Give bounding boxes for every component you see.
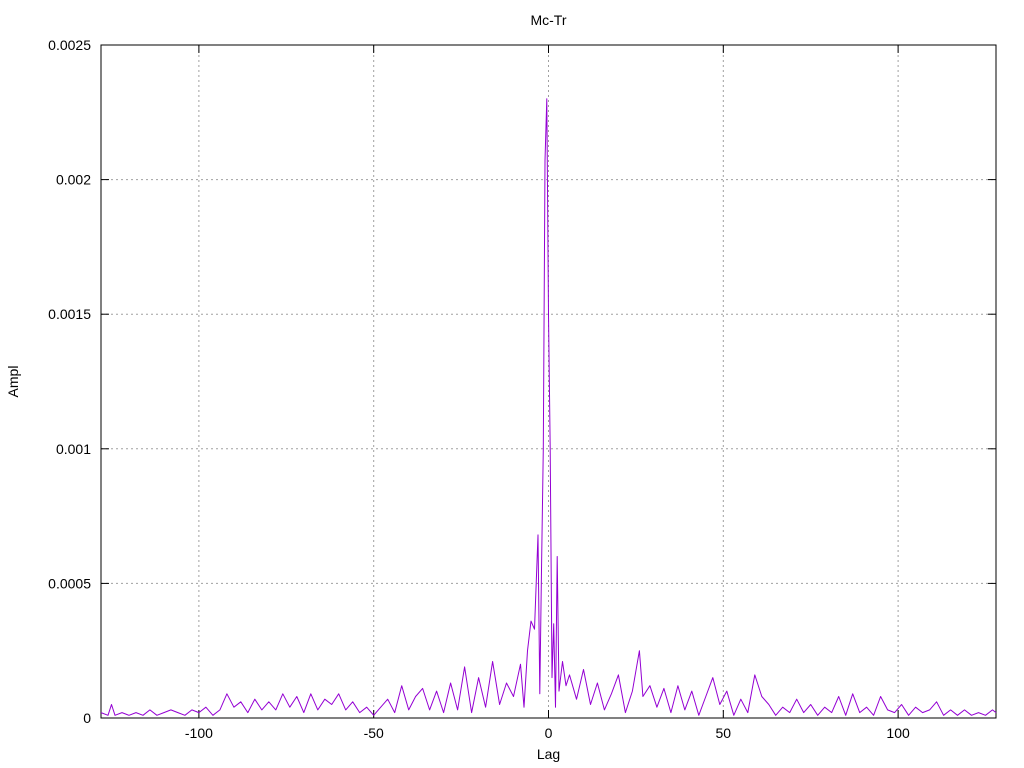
- x-tick-label: 100: [886, 725, 910, 741]
- chart-background: [0, 0, 1024, 768]
- y-axis-title: Ampl: [5, 366, 21, 398]
- y-tick-label: 0.0005: [48, 575, 91, 591]
- x-tick-label: 0: [545, 725, 553, 741]
- x-tick-label: -50: [364, 725, 384, 741]
- chart-title: Mc-Tr: [530, 12, 566, 28]
- x-tick-label: -100: [185, 725, 213, 741]
- x-axis-title: Lag: [537, 746, 560, 762]
- y-tick-label: 0.002: [56, 172, 91, 188]
- x-tick-label: 50: [716, 725, 732, 741]
- y-tick-label: 0: [83, 710, 91, 726]
- line-chart: -100 -50 0 50 100 0 0.0005 0.001 0.0015 0.002 0.00…: [0, 0, 1024, 768]
- y-tick-label: 0.001: [56, 441, 91, 457]
- y-tick-label: 0.0015: [48, 306, 91, 322]
- y-tick-label: 0.0025: [48, 37, 91, 53]
